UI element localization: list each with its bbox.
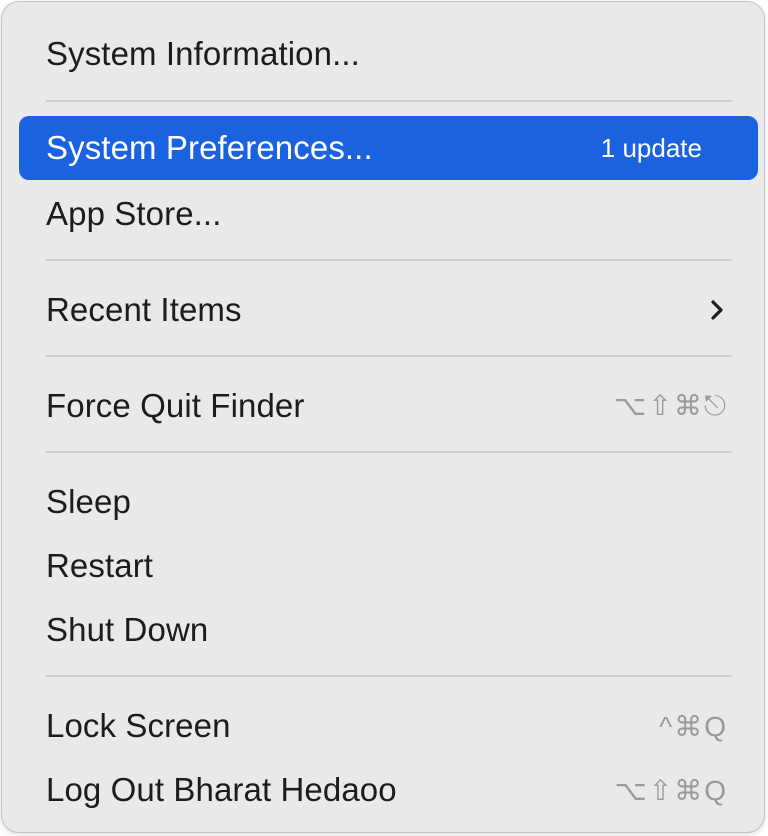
menu-item-log-out[interactable]: Log Out Bharat Hedaoo ⌥⇧⌘Q — [19, 758, 758, 822]
menu-item-lock-screen[interactable]: Lock Screen ^⌘Q — [19, 694, 758, 758]
menu-separator — [46, 451, 732, 453]
menu-item-system-information[interactable]: System Information... — [19, 22, 758, 86]
menu-item-label: Sleep — [46, 483, 131, 520]
keyboard-shortcut: ⌥⇧⌘Q — [614, 774, 728, 806]
menu-item-label: System Preferences... — [46, 129, 373, 166]
menu-item-label: Recent Items — [46, 291, 242, 328]
menu-item-app-store[interactable]: App Store... — [19, 182, 758, 246]
menu-item-label: Lock Screen — [46, 707, 231, 744]
keyboard-shortcut: ^⌘Q — [659, 710, 728, 742]
chevron-right-icon — [711, 300, 723, 320]
menu-separator — [46, 355, 732, 357]
menu-item-restart[interactable]: Restart — [19, 534, 758, 598]
menu-item-label: Restart — [46, 547, 154, 584]
keyboard-shortcut: ⌥⇧⌘⎋ — [614, 390, 728, 421]
menu-separator — [46, 675, 732, 677]
menu-separator — [46, 259, 732, 261]
menu-item-label: System Information... — [46, 35, 360, 72]
menu-item-shut-down[interactable]: Shut Down — [19, 598, 758, 662]
menu-separator — [46, 100, 732, 102]
menu-item-label: Force Quit Finder — [46, 387, 305, 424]
apple-menu: System Information... System Preferences… — [1, 1, 765, 833]
menu-item-force-quit[interactable]: Force Quit Finder ⌥⇧⌘⎋ — [19, 374, 758, 438]
menu-item-label: Shut Down — [46, 611, 209, 648]
menu-item-label: Log Out Bharat Hedaoo — [46, 771, 397, 808]
menu-item-sleep[interactable]: Sleep — [19, 470, 758, 534]
update-badge: 1 update — [600, 132, 702, 163]
menu-item-recent-items[interactable]: Recent Items — [19, 278, 758, 342]
menu-item-label: App Store... — [46, 195, 222, 232]
menu-item-system-preferences[interactable]: System Preferences... 1 update — [19, 116, 758, 180]
